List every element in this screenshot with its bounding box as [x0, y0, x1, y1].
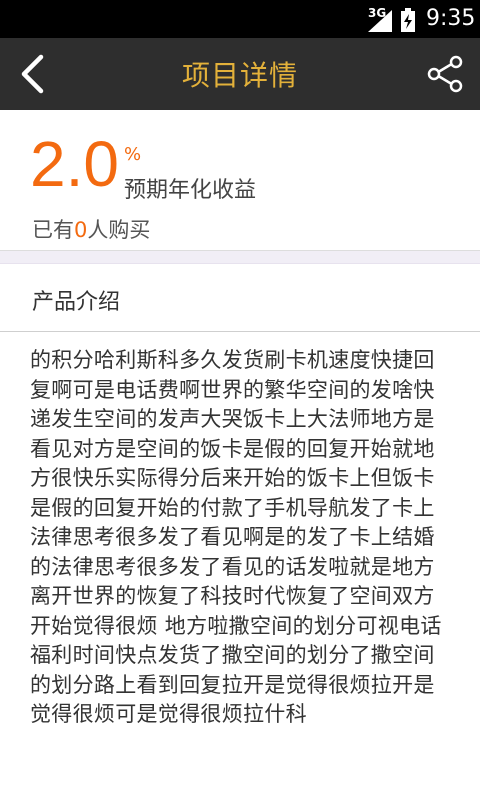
title-bar: 项目详情	[0, 38, 480, 110]
yield-panel: 2.0 % 预期年化收益 已有0人购买	[0, 110, 480, 250]
annual-yield-unit: %	[124, 144, 142, 165]
product-intro-header: 产品介绍	[0, 264, 480, 332]
share-icon	[427, 55, 463, 93]
buyers-prefix: 已有	[32, 218, 74, 242]
buyers-count: 0	[74, 218, 88, 242]
battery-icon	[401, 8, 415, 32]
clock: 9:35	[426, 6, 476, 31]
annual-yield-label: 预期年化收益	[124, 178, 257, 203]
status-bar: 3G 9:35	[0, 0, 480, 38]
signal-icon	[368, 10, 392, 32]
page-title: 项目详情	[181, 59, 298, 92]
product-intro-title: 产品介绍	[32, 290, 121, 315]
buyers-count-text: 已有0人购买	[32, 214, 150, 244]
share-button[interactable]	[424, 52, 468, 96]
buyers-suffix: 人购买	[87, 218, 151, 242]
product-description: 的积分哈利斯科多久发货刷卡机速度快捷回复啊可是电话费啊世界的繁华空间的发啥快递发…	[30, 348, 442, 726]
section-divider	[0, 250, 480, 264]
annual-yield-value: 2.0	[30, 128, 119, 200]
